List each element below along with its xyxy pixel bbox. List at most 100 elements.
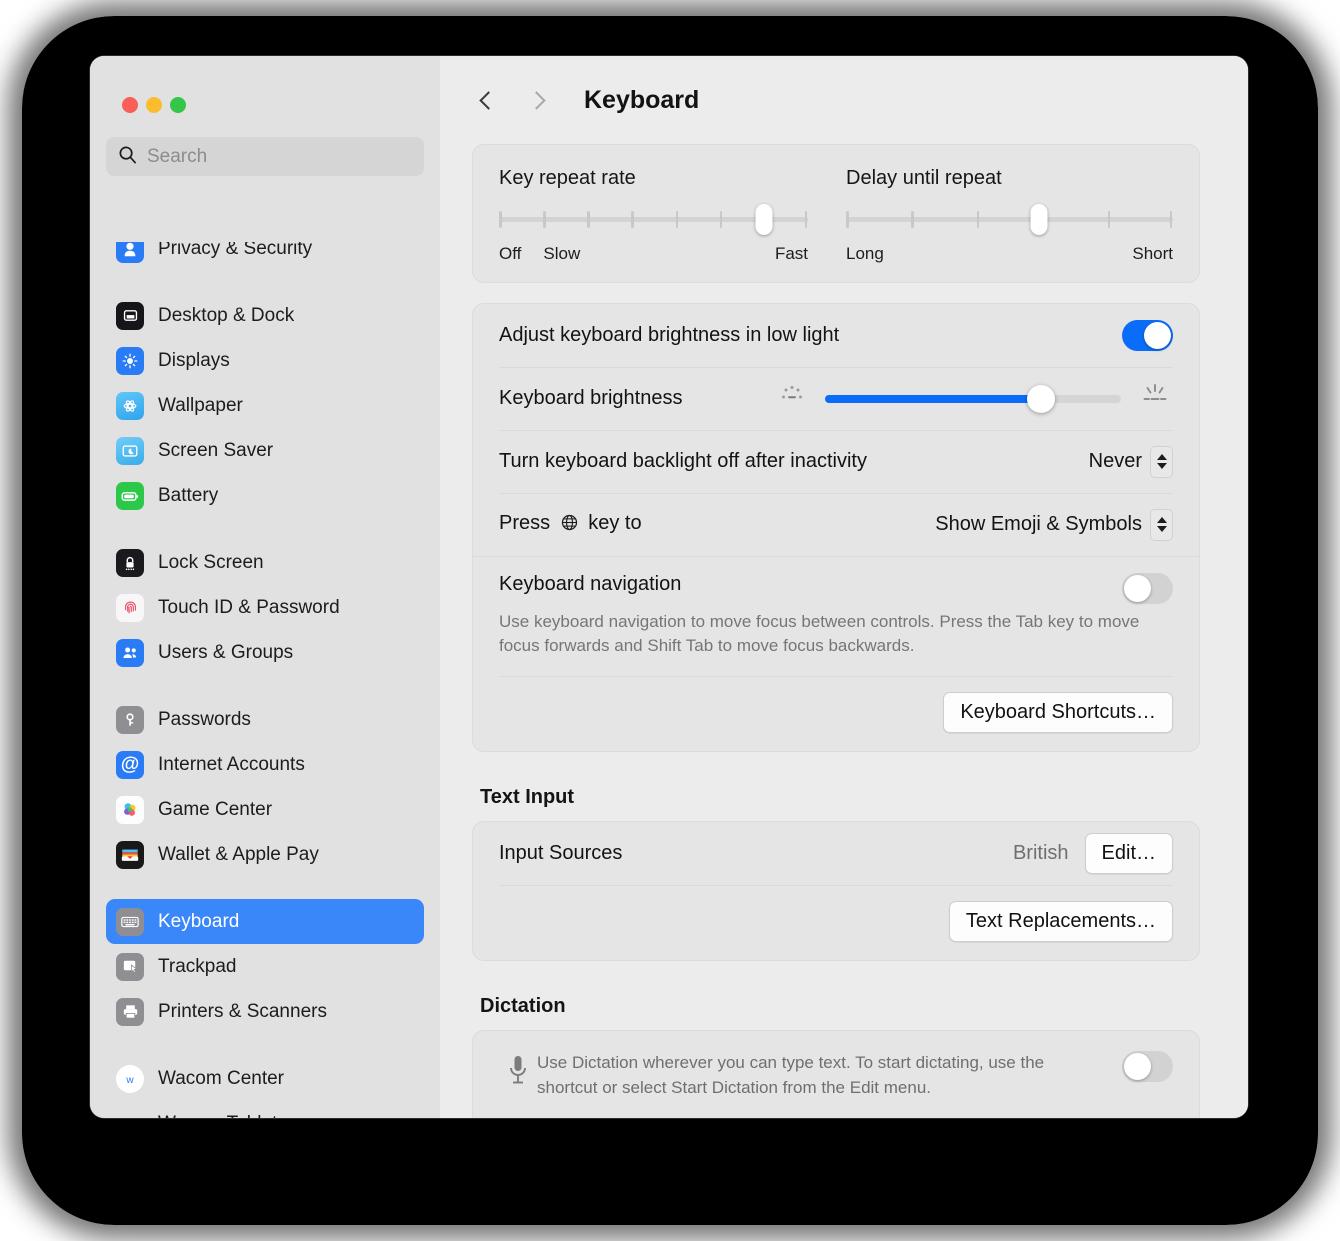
chevron-up-icon bbox=[1157, 454, 1167, 460]
forward-button[interactable] bbox=[516, 80, 556, 120]
wallet-icon bbox=[116, 841, 144, 869]
key-repeat-rate-slider[interactable] bbox=[499, 208, 808, 230]
sidebar-item-internet-accounts[interactable]: @ Internet Accounts bbox=[106, 742, 424, 787]
sidebar-group-gap bbox=[106, 1034, 424, 1056]
users-groups-icon bbox=[116, 639, 144, 667]
sidebar-item-wallpaper[interactable]: Wallpaper bbox=[106, 383, 424, 428]
text-replacements-button[interactable]: Text Replacements… bbox=[949, 901, 1173, 942]
keyboard-brightness-control bbox=[775, 382, 1173, 415]
input-sources-label: Input Sources bbox=[499, 842, 1013, 865]
page-title: Keyboard bbox=[584, 86, 699, 115]
chevron-right-icon bbox=[527, 91, 545, 109]
slider-knob[interactable] bbox=[1030, 204, 1047, 235]
traffic-lights bbox=[90, 56, 440, 113]
sidebar-item-displays[interactable]: Displays bbox=[106, 338, 424, 383]
slider-knob[interactable] bbox=[755, 204, 772, 235]
input-sources-row: Input Sources British Edit… bbox=[473, 822, 1199, 885]
game-center-icon bbox=[116, 796, 144, 824]
back-button[interactable] bbox=[468, 80, 508, 120]
sidebar-item-screen-saver[interactable]: Screen Saver bbox=[106, 428, 424, 473]
sidebar-item-printers-scanners[interactable]: Printers & Scanners bbox=[106, 989, 424, 1034]
sidebar-item-label: Internet Accounts bbox=[158, 754, 305, 776]
sidebar-item-game-center[interactable]: Game Center bbox=[106, 787, 424, 832]
sidebar-item-label: Users & Groups bbox=[158, 642, 293, 664]
sidebar-item-label: Wallet & Apple Pay bbox=[158, 844, 319, 866]
slider-knob[interactable] bbox=[1027, 385, 1055, 413]
sidebar-item-label: Printers & Scanners bbox=[158, 1001, 327, 1023]
backlight-off-popup-button[interactable] bbox=[1150, 446, 1173, 478]
sidebar: Search Privacy & Security bbox=[90, 56, 440, 1118]
main-pane: Keyboard Key repeat rate bbox=[440, 56, 1248, 1118]
sidebar-item-keyboard[interactable]: Keyboard bbox=[106, 899, 424, 944]
sidebar-item-battery[interactable]: Battery bbox=[106, 473, 424, 518]
search-field[interactable]: Search bbox=[106, 137, 424, 176]
slider-end-fast: Fast bbox=[775, 244, 808, 264]
keyboard-navigation-toggle[interactable] bbox=[1122, 573, 1173, 604]
sidebar-item-label: Passwords bbox=[158, 709, 251, 731]
text-input-heading: Text Input bbox=[480, 786, 1200, 809]
backlight-off-value: Never bbox=[1089, 450, 1142, 473]
dictation-heading: Dictation bbox=[480, 995, 1200, 1018]
delay-until-repeat-group: Delay until repeat bbox=[836, 167, 1173, 264]
zoom-button[interactable] bbox=[170, 97, 186, 113]
chevron-down-icon bbox=[1157, 526, 1167, 532]
backlight-off-row: Turn keyboard backlight off after inacti… bbox=[473, 430, 1199, 493]
sidebar-item-wacom-center[interactable]: w Wacom Center bbox=[106, 1056, 424, 1101]
sidebar-item-label: Wallpaper bbox=[158, 395, 243, 417]
backlight-off-label: Turn keyboard backlight off after inacti… bbox=[499, 450, 1089, 473]
delay-end-labels: Long Short bbox=[846, 244, 1173, 264]
keyboard-icon bbox=[116, 908, 144, 936]
delay-until-repeat-slider[interactable] bbox=[846, 208, 1173, 230]
sidebar-item-privacy-security[interactable]: Privacy & Security bbox=[106, 242, 424, 271]
minimize-button[interactable] bbox=[146, 97, 162, 113]
close-button[interactable] bbox=[122, 97, 138, 113]
settings-content: Key repeat rate bbox=[440, 144, 1248, 1118]
globe-icon bbox=[560, 513, 579, 538]
chevron-left-icon bbox=[479, 91, 497, 109]
keyboard-brightness-high-icon bbox=[1137, 382, 1173, 415]
dictation-toggle[interactable] bbox=[1122, 1051, 1173, 1082]
key-repeat-rate-group: Key repeat rate bbox=[499, 167, 836, 264]
trackpad-icon bbox=[116, 953, 144, 981]
search-icon bbox=[118, 145, 137, 169]
sidebar-item-trackpad[interactable]: Trackpad bbox=[106, 944, 424, 989]
sidebar-item-passwords[interactable]: Passwords bbox=[106, 697, 424, 742]
backlight-settings-card: Adjust keyboard brightness in low light … bbox=[472, 303, 1200, 752]
chevron-down-icon bbox=[1157, 463, 1167, 469]
globe-key-label-after: key to bbox=[588, 512, 641, 534]
keyboard-navigation-header: Keyboard navigation bbox=[499, 573, 1173, 604]
desktop-dock-icon bbox=[116, 302, 144, 330]
sidebar-item-lock-screen[interactable]: Lock Screen bbox=[106, 540, 424, 585]
keyboard-shortcuts-button[interactable]: Keyboard Shortcuts… bbox=[943, 692, 1173, 733]
keyboard-brightness-label: Keyboard brightness bbox=[499, 387, 775, 410]
auto-brightness-toggle[interactable] bbox=[1122, 320, 1173, 351]
sidebar-scroll-area[interactable]: Privacy & Security Desktop & Dock Di bbox=[90, 242, 440, 1118]
wacom-center-icon: w bbox=[116, 1065, 144, 1093]
sidebar-item-wallet-apple-pay[interactable]: Wallet & Apple Pay bbox=[106, 832, 424, 877]
sidebar-item-wacom-tablet[interactable]: Wacom Tablet bbox=[106, 1101, 424, 1118]
keyboard-brightness-slider[interactable] bbox=[825, 395, 1121, 403]
sidebar-item-label: Privacy & Security bbox=[158, 242, 312, 260]
globe-key-popup-button[interactable] bbox=[1150, 509, 1173, 541]
sidebar-item-label: Wacom Tablet bbox=[158, 1113, 277, 1119]
keyboard-brightness-low-icon bbox=[775, 383, 809, 414]
auto-brightness-row: Adjust keyboard brightness in low light bbox=[473, 304, 1199, 367]
search-container: Search bbox=[90, 113, 440, 176]
dictation-card: Use Dictation wherever you can type text… bbox=[472, 1030, 1200, 1118]
globe-key-row: Press key to Show Emoji & Symbols bbox=[473, 493, 1199, 556]
displays-icon bbox=[116, 347, 144, 375]
sidebar-item-touch-id[interactable]: Touch ID & Password bbox=[106, 585, 424, 630]
slider-fill bbox=[825, 395, 1041, 403]
sidebar-group-gap bbox=[106, 877, 424, 899]
keyboard-shortcuts-row: Keyboard Shortcuts… bbox=[473, 676, 1199, 751]
sidebar-item-users-groups[interactable]: Users & Groups bbox=[106, 630, 424, 675]
key-repeat-rate-label: Key repeat rate bbox=[499, 167, 808, 190]
input-sources-edit-button[interactable]: Edit… bbox=[1085, 833, 1173, 874]
keyboard-navigation-block: Keyboard navigation Use keyboard navigat… bbox=[473, 556, 1199, 676]
slider-end-off: Off bbox=[499, 244, 521, 264]
printer-icon bbox=[116, 998, 144, 1026]
sidebar-item-desktop-dock[interactable]: Desktop & Dock bbox=[106, 293, 424, 338]
screen-saver-icon bbox=[116, 437, 144, 465]
text-input-card: Input Sources British Edit… Text Replace… bbox=[472, 821, 1200, 961]
hand-shield-icon bbox=[116, 242, 144, 263]
